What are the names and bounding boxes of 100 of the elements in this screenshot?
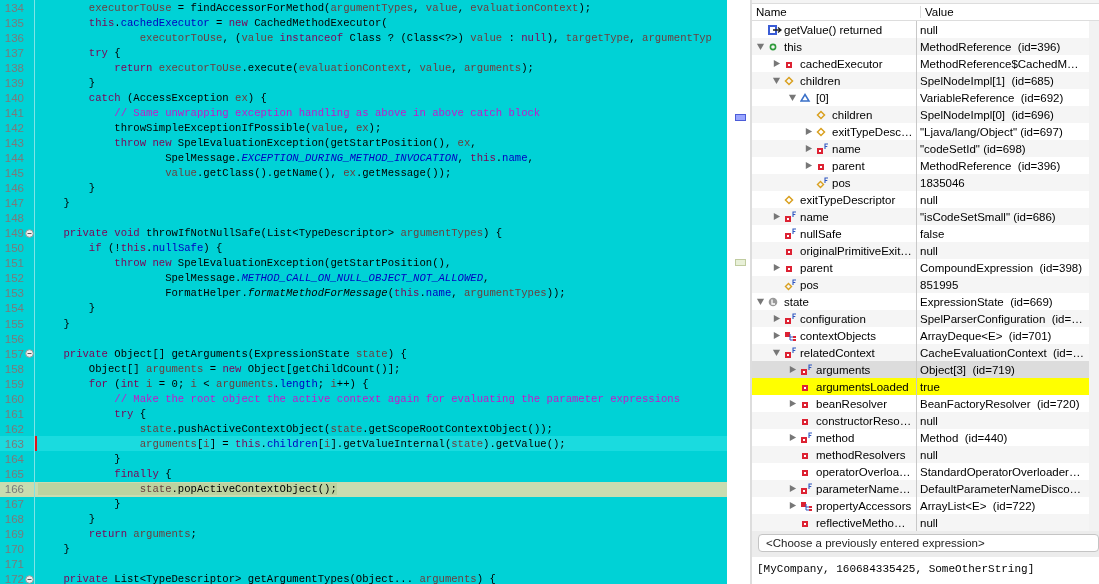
variable-value: 1835046: [920, 176, 965, 189]
ruler-mark[interactable]: [735, 114, 746, 121]
code-line: }: [62, 197, 70, 210]
line-number: 155: [3, 317, 24, 330]
variable-value: BeanFactoryResolver (id=720): [920, 397, 1080, 410]
line-number: 172: [3, 573, 24, 584]
expand-arrow-icon[interactable]: [772, 348, 781, 357]
collapse-arrow-icon[interactable]: [788, 399, 797, 408]
collapse-arrow-icon[interactable]: [772, 59, 781, 68]
line-number: 161: [3, 407, 24, 420]
line-number: 139: [3, 76, 24, 89]
collapse-arrow-icon[interactable]: [788, 501, 797, 510]
line-number: 171: [3, 558, 24, 571]
variable-row[interactable]: this MethodReference (id=396): [752, 38, 1089, 55]
collapse-arrow-icon[interactable]: [804, 144, 813, 153]
code-line: }: [87, 76, 96, 89]
variable-name: state: [784, 295, 809, 308]
variable-name: originalPrimitiveExit…: [800, 244, 912, 257]
variable-row[interactable]: argumentsLoaded true: [752, 378, 1089, 395]
variable-name: parent: [800, 261, 833, 274]
line-number: 168: [3, 513, 24, 526]
variable-name: exitTypeDescriptor: [800, 193, 896, 206]
variable-value: ArrayDeque<E> (id=701): [920, 329, 1052, 342]
variable-row[interactable]: relatedContext CacheEvaluationContext (id=…: [752, 344, 1089, 361]
line-number: 157: [3, 347, 24, 360]
variable-name: children: [832, 108, 873, 121]
collapse-arrow-icon[interactable]: [772, 331, 781, 340]
column-header[interactable]: Value: [921, 6, 954, 18]
expand-arrow-icon[interactable]: [788, 93, 797, 102]
variable-value: DefaultParameterNameDisco…: [920, 482, 1082, 495]
variable-value: null: [920, 23, 938, 36]
variable-row[interactable]: reflectiveMetho… null: [752, 514, 1089, 531]
line-number: 169: [3, 528, 24, 541]
expand-arrow-icon[interactable]: [756, 297, 765, 306]
collapse-arrow-icon[interactable]: [788, 433, 797, 442]
variable-value: MethodReference (id=396): [920, 40, 1061, 53]
line-number: 149: [3, 227, 24, 240]
variable-row[interactable]: arguments Object[3] (id=719): [752, 361, 1089, 378]
collapse-arrow-icon[interactable]: [788, 365, 797, 374]
line-number: 162: [3, 422, 24, 435]
variable-name: argumentsLoaded: [816, 380, 909, 393]
variable-value: MethodReference$CachedM…: [920, 57, 1079, 70]
variable-name: this: [784, 40, 802, 53]
line-number: 164: [3, 452, 24, 465]
variable-row[interactable]: children SpelNodeImpl[1] (id=685): [752, 72, 1089, 89]
line-number: 159: [3, 377, 24, 390]
code-line: }: [87, 513, 96, 526]
code-line: // Same unwrapping exception handling as above in above catch block: [113, 106, 541, 119]
expand-arrow-icon[interactable]: [772, 76, 781, 85]
line-number: 138: [3, 61, 24, 74]
line-number: 152: [3, 272, 24, 285]
variable-name: nullSafe: [800, 227, 842, 240]
code-line: this.cachedExecutor = new CachedMethodExecutor(: [87, 16, 388, 29]
variable-row[interactable]: children SpelNodeImpl[0] (id=696): [752, 106, 1089, 123]
collapse-arrow-icon[interactable]: [772, 212, 781, 221]
line-number: 143: [3, 136, 24, 149]
variable-value: ArrayList<E> (id=722): [920, 499, 1036, 512]
expand-arrow-icon[interactable]: [756, 42, 765, 51]
line-number: 151: [3, 257, 24, 270]
variable-row[interactable]: constructorReso… null: [752, 412, 1089, 429]
variable-name: method: [816, 431, 855, 444]
line-number: 160: [3, 392, 24, 405]
code-line: if (!this.nullSafe) {: [87, 242, 223, 255]
collapse-arrow-icon[interactable]: [804, 127, 813, 136]
code-editor[interactable]: [0, 0, 727, 584]
collapse-arrow-icon[interactable]: [788, 484, 797, 493]
code-line: return executorToUse.execute(evaluationContext, value, arguments);: [113, 61, 534, 74]
variable-row[interactable]: methodResolvers null: [752, 446, 1089, 463]
collapse-arrow-icon[interactable]: [772, 314, 781, 323]
variable-row[interactable]: originalPrimitiveExit… null: [752, 242, 1089, 259]
variable-row[interactable]: configuration SpelParserConfiguration (id=…: [752, 310, 1089, 327]
line-number: 147: [3, 197, 24, 210]
code-line: private List<TypeDescriptor> getArgumentTypes(Object... arguments) {: [62, 573, 496, 584]
expression-combo[interactable]: <Choose a previously entered expression>: [758, 534, 1099, 552]
fold-icon[interactable]: [24, 349, 34, 359]
code-line: }: [62, 317, 70, 330]
line-number: 153: [3, 287, 24, 300]
code-line: }: [62, 543, 70, 556]
line-number: 142: [3, 121, 24, 134]
variable-row[interactable]: pos 1835046: [752, 174, 1089, 191]
code-line: // Make the root object the active context again for evaluating the parameter expressions: [113, 392, 681, 405]
fold-icon[interactable]: [24, 228, 34, 238]
code-line: }: [87, 182, 96, 195]
variable-value: false: [920, 227, 945, 240]
collapse-arrow-icon[interactable]: [804, 161, 813, 170]
variable-row[interactable]: name "isCodeSetSmall" (id=686): [752, 208, 1089, 225]
code-line: executorToUse, (value instanceof Class ? (Class<?>) value : null), targetType, argumentTyp: [138, 31, 712, 44]
variable-value: SpelNodeImpl[0] (id=696): [920, 108, 1054, 121]
fold-icon[interactable]: [24, 574, 34, 584]
collapse-arrow-icon[interactable]: [772, 263, 781, 272]
variable-row[interactable]: pos 851995: [752, 276, 1089, 293]
variable-row[interactable]: name "codeSetId" (id=698): [752, 140, 1089, 157]
variable-value: true: [920, 380, 940, 393]
code-line: SpelMessage.EXCEPTION_DURING_METHOD_INVOCATION, this.name,: [164, 152, 534, 164]
variable-name: name: [800, 210, 829, 223]
variable-row[interactable]: parameterName… DefaultParameterNameDisco…: [752, 480, 1089, 497]
line-number: 150: [3, 242, 24, 255]
variable-name: methodResolvers: [816, 448, 906, 461]
column-header[interactable]: Name: [752, 6, 921, 18]
variable-name: arguments: [816, 363, 871, 376]
